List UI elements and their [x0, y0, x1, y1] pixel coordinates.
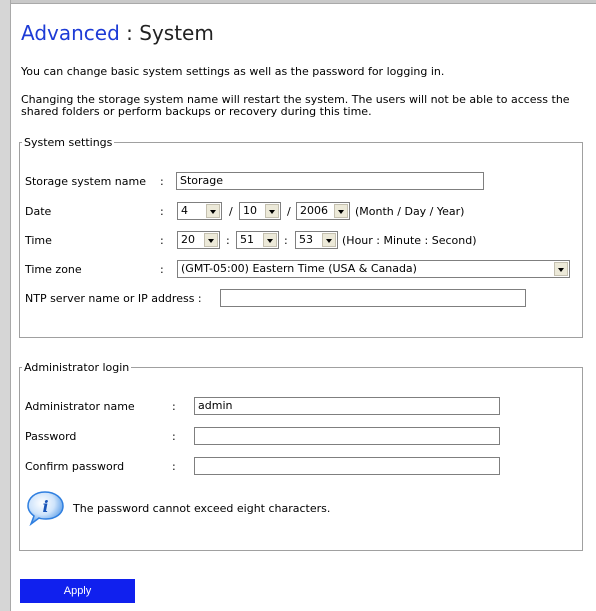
chevron-down-icon[interactable] [265, 204, 279, 218]
time-second-value: 53 [299, 233, 313, 246]
time-colon: : [160, 234, 164, 247]
time-hour-value: 20 [181, 233, 195, 246]
timezone-colon: : [160, 263, 164, 276]
info-icon-glyph: i [42, 497, 48, 516]
info-bubble-icon: i [27, 491, 64, 526]
admin-name-label: Administrator name [25, 400, 135, 413]
chevron-down-icon[interactable] [206, 204, 220, 218]
date-day-select[interactable]: 10 [239, 202, 281, 220]
confirm-password-label: Confirm password [25, 460, 125, 473]
chevron-down-icon[interactable] [554, 262, 568, 276]
chevron-down-icon[interactable] [334, 204, 348, 218]
admin-name-input[interactable]: admin [194, 397, 500, 415]
breadcrumb-advanced[interactable]: Advanced [21, 21, 120, 45]
password-label: Password [25, 430, 77, 443]
ntp-label: NTP server name or IP address : [25, 292, 202, 305]
date-year-select[interactable]: 2006 [296, 202, 350, 220]
admin-login-legend: Administrator login [24, 361, 130, 374]
apply-button[interactable]: Apply [20, 579, 135, 603]
admin-name-colon: : [172, 400, 176, 413]
timezone-select[interactable]: (GMT-05:00) Eastern Time (USA & Canada) [177, 260, 570, 278]
breadcrumb-separator: : [119, 21, 140, 45]
warning-text-line2: shared folders or perform backups or rec… [21, 105, 372, 118]
date-slash-2: / [287, 205, 291, 218]
intro-text: You can change basic system settings as … [21, 65, 445, 78]
storage-name-label: Storage system name [25, 175, 146, 188]
password-length-note: The password cannot exceed eight charact… [73, 502, 331, 515]
time-second-select[interactable]: 53 [295, 231, 338, 249]
time-minute-select[interactable]: 51 [236, 231, 279, 249]
date-month-select[interactable]: 4 [177, 202, 222, 220]
timezone-label: Time zone [25, 263, 82, 276]
time-hour-select[interactable]: 20 [177, 231, 220, 249]
date-format-hint: (Month / Day / Year) [355, 205, 465, 218]
ntp-server-input[interactable] [220, 289, 526, 307]
window-top-border [0, 0, 596, 4]
system-settings-legend: System settings [24, 136, 113, 149]
password-input[interactable] [194, 427, 500, 445]
date-colon: : [160, 205, 164, 218]
time-label: Time [25, 234, 52, 247]
chevron-down-icon[interactable] [322, 233, 336, 247]
date-label: Date [25, 205, 52, 218]
date-day-value: 10 [243, 204, 257, 217]
date-month-value: 4 [181, 204, 188, 217]
page-title-system: System [139, 21, 214, 45]
chevron-down-icon[interactable] [263, 233, 277, 247]
page-title: Advanced : System [21, 20, 214, 46]
time-colon-sep-2: : [284, 234, 288, 247]
storage-name-colon: : [160, 175, 164, 188]
left-frame-border [0, 0, 11, 611]
chevron-down-icon[interactable] [204, 233, 218, 247]
time-colon-sep-1: : [226, 234, 230, 247]
time-minute-value: 51 [240, 233, 254, 246]
admin-login-group: Administrator login [19, 361, 583, 551]
timezone-value: (GMT-05:00) Eastern Time (USA & Canada) [181, 262, 417, 275]
storage-name-input[interactable]: Storage [176, 172, 484, 190]
confirm-password-colon: : [172, 460, 176, 473]
confirm-password-input[interactable] [194, 457, 500, 475]
date-year-value: 2006 [300, 204, 328, 217]
password-colon: : [172, 430, 176, 443]
time-format-hint: (Hour : Minute : Second) [342, 234, 477, 247]
date-slash-1: / [229, 205, 233, 218]
